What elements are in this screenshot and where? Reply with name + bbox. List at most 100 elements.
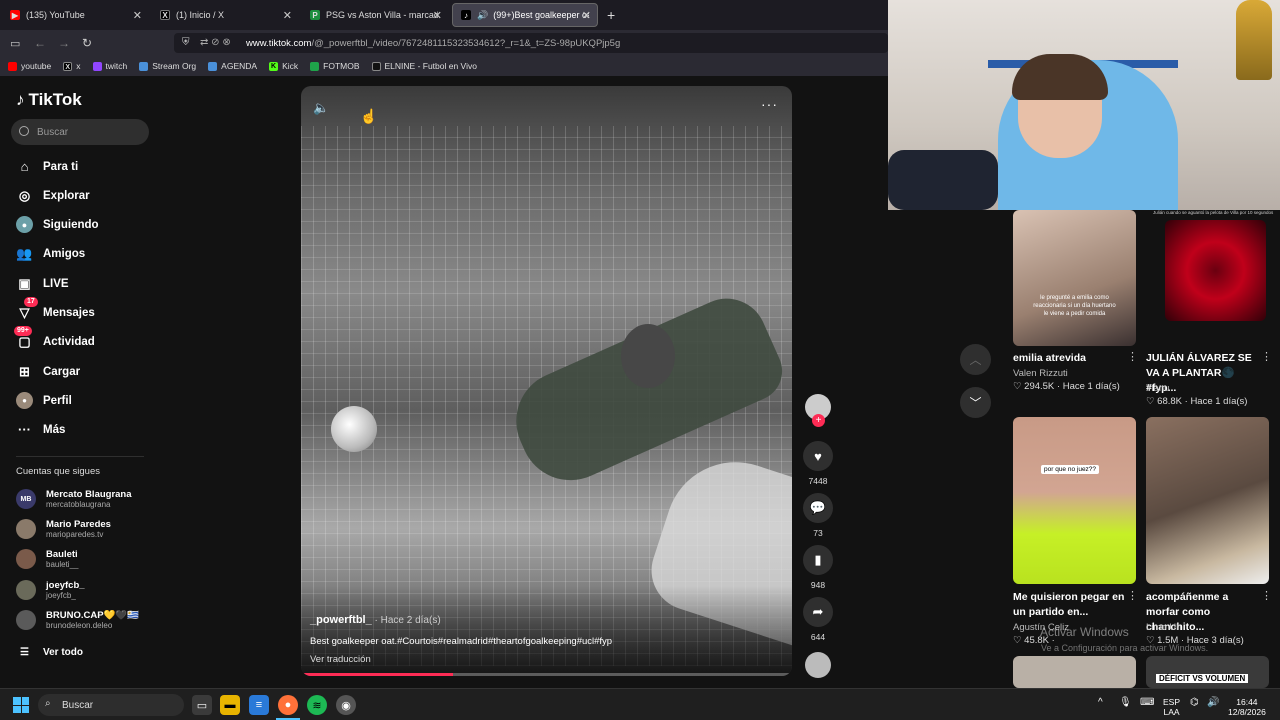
- tab-youtube[interactable]: ▶ (135) YouTube ✕: [2, 3, 148, 27]
- comment-action[interactable]: 💬 73: [803, 493, 833, 538]
- share-icon[interactable]: ➦: [803, 597, 833, 627]
- network-icon[interactable]: ⌬: [1190, 698, 1199, 708]
- taskbar-search[interactable]: ⌕ Buscar: [38, 694, 184, 716]
- more-options-icon[interactable]: ⋮: [1127, 350, 1138, 363]
- reload-icon[interactable]: ↻: [82, 36, 92, 50]
- nav-amigos[interactable]: 👥 Amigos: [16, 245, 85, 262]
- permissions-icon[interactable]: ⇄ ⊘ ⊗: [200, 37, 231, 48]
- close-icon[interactable]: ✕: [133, 9, 142, 22]
- kick-icon: K: [269, 61, 279, 71]
- reco-author[interactable]: Valen Rizzuti: [1013, 368, 1068, 379]
- heart-icon[interactable]: ♥: [803, 441, 833, 471]
- nav-mensajes[interactable]: ▽ 17 Mensajes: [16, 297, 95, 321]
- followed-account[interactable]: Mario Paredes marioparedes.tv: [16, 519, 111, 539]
- volume-icon[interactable]: 🔈: [313, 100, 329, 116]
- microphone-icon[interactable]: 🎙: [1119, 698, 1132, 708]
- activity-icon: ▢ 99+: [14, 326, 33, 350]
- reco-title[interactable]: emilia atrevida: [1013, 351, 1131, 366]
- nav-mas[interactable]: ··· Más: [16, 421, 65, 438]
- sound-disc-icon[interactable]: [805, 652, 831, 678]
- tab-x[interactable]: X (1) Inicio / X ✕: [152, 3, 298, 27]
- friends-icon: 👥: [16, 245, 33, 261]
- firefox-icon[interactable]: ●: [278, 695, 298, 715]
- search-input[interactable]: Buscar: [11, 119, 149, 145]
- tab-tiktok[interactable]: ♪ 🔊 (99+)Best goalkeeper oat.# ✕: [452, 3, 598, 27]
- url-field[interactable]: ⛨ ⇄ ⊘ ⊗ www.tiktok.com/@_powerftbl_/vide…: [174, 33, 888, 53]
- obs-icon[interactable]: ◉: [336, 695, 356, 715]
- clock[interactable]: 16:44 12/8/2026: [1228, 697, 1266, 717]
- close-icon[interactable]: ✕: [283, 9, 292, 22]
- nav-para-ti[interactable]: ⌂ Para ti: [16, 158, 79, 175]
- previous-video-button[interactable]: ︿: [960, 344, 991, 375]
- bookmark-stream-org[interactable]: Stream Org: [139, 61, 196, 71]
- more-options-icon[interactable]: ⋮: [1261, 350, 1272, 363]
- comment-icon[interactable]: 💬: [803, 493, 833, 523]
- windows-start-icon[interactable]: [13, 697, 29, 713]
- video-player[interactable]: 🔈 ··· _powerftbl_ · Hace 2 día(s) Best g…: [301, 86, 792, 676]
- reco-thumbnail[interactable]: [1146, 417, 1269, 584]
- thumbnail-caption: por que no juez??: [1041, 465, 1100, 474]
- reco-author[interactable]: Limo Uh: [1146, 622, 1181, 633]
- language-indicator[interactable]: ESP LAA: [1163, 697, 1180, 717]
- bookmark-x[interactable]: Xx: [63, 61, 81, 71]
- tiktok-logo[interactable]: ♪ TikTok: [16, 90, 82, 110]
- elnine-icon: [371, 61, 381, 71]
- volume-icon[interactable]: 🔊: [1207, 698, 1219, 708]
- share-action[interactable]: ➦ 644: [803, 597, 833, 642]
- next-video-button[interactable]: ﹀: [960, 387, 991, 418]
- bookmark-label: ELNINE - Futbol en Vivo: [384, 61, 477, 71]
- video-author[interactable]: _powerftbl_ · Hace 2 día(s): [310, 614, 441, 626]
- more-options-icon[interactable]: ⋮: [1261, 589, 1272, 602]
- nav-cargar[interactable]: ⊞ Cargar: [16, 363, 80, 380]
- tab-label: (1) Inicio / X: [176, 10, 225, 20]
- more-options-icon[interactable]: ···: [761, 96, 778, 112]
- bookmark-kick[interactable]: K Kick: [269, 61, 298, 71]
- new-tab-button[interactable]: +: [607, 7, 615, 23]
- nav-live[interactable]: ▣ LIVE: [16, 275, 68, 292]
- translate-link[interactable]: Ver traducción: [310, 654, 371, 665]
- nav-actividad[interactable]: ▢ 99+ Actividad: [14, 326, 95, 350]
- notepad-icon[interactable]: ≡: [249, 695, 269, 715]
- forward-icon[interactable]: →: [58, 36, 70, 50]
- file-explorer-icon[interactable]: ▬: [220, 695, 240, 715]
- close-icon[interactable]: ✕: [433, 9, 442, 22]
- bookmark-label: AGENDA: [221, 61, 258, 71]
- reco-thumbnail[interactable]: [1165, 220, 1266, 321]
- spotify-icon[interactable]: ≋: [307, 695, 327, 715]
- reco-thumbnail[interactable]: DÉFICIT VS VOLUMEN: [1146, 656, 1269, 688]
- shield-icon[interactable]: ⛨: [182, 37, 190, 48]
- chevron-up-icon[interactable]: ^: [1098, 698, 1103, 708]
- like-action[interactable]: ♥ 7448: [803, 441, 833, 486]
- followed-account[interactable]: BRUNO.CAP💛🖤🇺🇾 brunodeleon.deleo: [16, 610, 139, 630]
- more-options-icon[interactable]: ⋮: [1127, 589, 1138, 602]
- bookmark-agenda[interactable]: AGENDA: [208, 61, 257, 71]
- bookmark-youtube[interactable]: youtube: [8, 61, 51, 71]
- back-icon[interactable]: ←: [34, 36, 46, 50]
- close-icon[interactable]: ✕: [582, 9, 591, 22]
- account-name: BRUNO.CAP💛🖤🇺🇾: [46, 610, 140, 621]
- save-action[interactable]: ▮ 948: [803, 545, 833, 590]
- tab-psg-aston-villa[interactable]: P PSG vs Aston Villa - marcador e ✕: [302, 3, 448, 27]
- reco-title[interactable]: Me quisieron pegar en un partido en...: [1013, 590, 1131, 620]
- sidebar-toggle-icon[interactable]: ▭: [10, 37, 20, 50]
- follow-plus-icon[interactable]: +: [812, 414, 825, 427]
- nav-perfil[interactable]: ● Perfil: [16, 392, 72, 409]
- keyboard-icon[interactable]: ⌨: [1140, 698, 1154, 708]
- bookmark-fotmob[interactable]: FOTMOB: [310, 61, 360, 71]
- task-view-icon[interactable]: ▭: [192, 695, 212, 715]
- bookmark-twitch[interactable]: twitch: [92, 61, 127, 71]
- bookmark-icon[interactable]: ▮: [803, 545, 833, 575]
- followed-account[interactable]: joeyfcb_ joeyfcb_: [16, 580, 85, 600]
- reco-thumbnail[interactable]: le pregunté a emilia como reaccionaria s…: [1013, 210, 1136, 346]
- nav-siguiendo[interactable]: ● Siguiendo: [16, 216, 99, 233]
- reco-author[interactable]: Tianu: [1146, 383, 1169, 394]
- see-all-link[interactable]: ☰ Ver todo: [16, 644, 83, 661]
- reco-thumbnail[interactable]: por que no juez??: [1013, 417, 1136, 584]
- video-frame-ball: [331, 406, 377, 452]
- reco-thumbnail[interactable]: [1013, 656, 1136, 688]
- followed-account[interactable]: MB Mercato Blaugrana mercatoblaugrana: [16, 489, 132, 509]
- video-progress-bar[interactable]: [301, 673, 792, 676]
- bookmark-elnine[interactable]: ELNINE - Futbol en Vivo: [371, 61, 477, 71]
- nav-explorar[interactable]: ◎ Explorar: [16, 187, 90, 204]
- followed-account[interactable]: Bauleti bauleti__: [16, 549, 78, 569]
